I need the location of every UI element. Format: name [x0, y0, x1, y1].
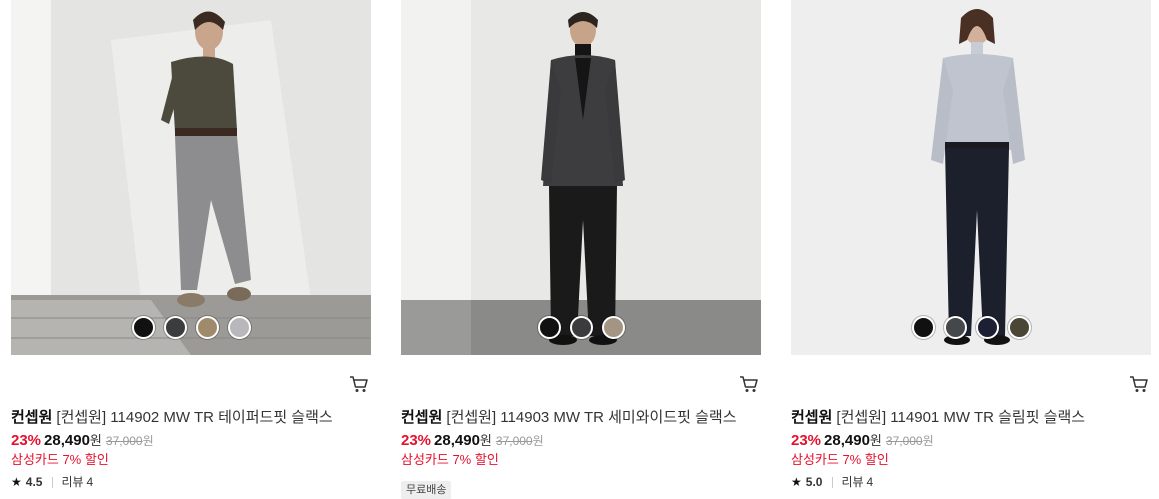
- currency-unit: 원: [869, 433, 882, 448]
- original-price: 37,000: [105, 434, 143, 448]
- discount-rate: 23%: [11, 432, 42, 449]
- card-discount: 삼성카드 7% 할인: [401, 452, 499, 467]
- color-swatch-black[interactable]: [537, 316, 561, 339]
- color-swatches: [791, 316, 1151, 339]
- color-swatch-beige[interactable]: [601, 316, 625, 339]
- review-count: 4: [86, 475, 94, 489]
- color-swatch-charcoal[interactable]: [569, 316, 593, 339]
- price-row: 23% 28,490원 37,000원: [401, 431, 544, 451]
- review-meta: ★ 4.5 리뷰 4: [11, 474, 93, 490]
- price-row: 23% 28,490원 37,000원: [791, 431, 934, 451]
- product-card[interactable]: 컨셉원 [컨셉원] 114903 MW TR 세미와이드핏 슬랙스 23% 28,4…: [401, 0, 761, 499]
- star-icon: ★: [11, 475, 22, 489]
- product-title[interactable]: 컨셉원 [컨셉원] 114902 MW TR 테이퍼드핏 슬랙스: [11, 408, 371, 428]
- brand-name: 컨셉원: [401, 409, 443, 426]
- product-name: [컨셉원] 114901 MW TR 슬림핏 슬랙스: [836, 409, 1086, 426]
- divider: [52, 476, 54, 488]
- free-shipping-badge: 무료배송: [401, 481, 452, 499]
- product-title[interactable]: 컨셉원 [컨셉원] 114903 MW TR 세미와이드핏 슬랙스: [401, 408, 761, 428]
- rating-value: 5.0: [805, 475, 823, 489]
- color-swatch-beige[interactable]: [195, 316, 219, 339]
- product-image[interactable]: [401, 0, 761, 355]
- cart-icon[interactable]: [1129, 375, 1149, 393]
- original-currency-unit: 원: [142, 434, 154, 448]
- original-price: 37,000: [885, 434, 923, 448]
- color-swatches: [11, 316, 371, 339]
- model-photo: [791, 0, 1151, 355]
- cart-icon[interactable]: [349, 375, 369, 393]
- product-card[interactable]: 컨셉원 [컨셉원] 114901 MW TR 슬림핏 슬랙스 23% 28,490원…: [791, 0, 1151, 499]
- review-label: 리뷰: [61, 475, 84, 489]
- color-swatch-charcoal[interactable]: [943, 316, 967, 339]
- cart-icon[interactable]: [739, 375, 759, 393]
- sale-price: 28,490: [434, 432, 480, 449]
- product-image[interactable]: [791, 0, 1151, 355]
- product-image[interactable]: [11, 0, 371, 355]
- color-swatch-gray[interactable]: [227, 316, 251, 339]
- color-swatch-black[interactable]: [131, 316, 155, 339]
- sale-price: 28,490: [44, 432, 90, 449]
- product-card[interactable]: 컨셉원 [컨셉원] 114902 MW TR 테이퍼드핏 슬랙스 23% 28,49…: [11, 0, 371, 499]
- product-name: [컨셉원] 114902 MW TR 테이퍼드핏 슬랙스: [56, 409, 333, 426]
- currency-unit: 원: [89, 433, 102, 448]
- product-name: [컨셉원] 114903 MW TR 세미와이드핏 슬랙스: [446, 409, 737, 426]
- original-price: 37,000: [495, 434, 533, 448]
- star-icon: ★: [791, 475, 802, 489]
- color-swatch-black[interactable]: [911, 316, 935, 339]
- brand-name: 컨셉원: [11, 409, 53, 426]
- discount-rate: 23%: [791, 432, 822, 449]
- review-meta: ★ 5.0 리뷰 4: [791, 474, 873, 490]
- original-currency-unit: 원: [922, 434, 934, 448]
- rating-value: 4.5: [25, 475, 43, 489]
- color-swatch-charcoal[interactable]: [163, 316, 187, 339]
- currency-unit: 원: [479, 433, 492, 448]
- color-swatch-navy[interactable]: [975, 316, 999, 339]
- discount-rate: 23%: [401, 432, 432, 449]
- model-photo: [11, 0, 371, 355]
- price-row: 23% 28,490원 37,000원: [11, 431, 154, 451]
- brand-name: 컨셉원: [791, 409, 833, 426]
- card-discount: 삼성카드 7% 할인: [11, 452, 109, 467]
- review-count: 4: [866, 475, 874, 489]
- sale-price: 28,490: [824, 432, 870, 449]
- model-photo: [401, 0, 761, 355]
- color-swatches: [401, 316, 761, 339]
- color-swatch-khaki[interactable]: [1007, 316, 1031, 339]
- divider: [832, 476, 834, 488]
- review-label: 리뷰: [841, 475, 864, 489]
- original-currency-unit: 원: [532, 434, 544, 448]
- product-title[interactable]: 컨셉원 [컨셉원] 114901 MW TR 슬림핏 슬랙스: [791, 408, 1151, 428]
- card-discount: 삼성카드 7% 할인: [791, 452, 889, 467]
